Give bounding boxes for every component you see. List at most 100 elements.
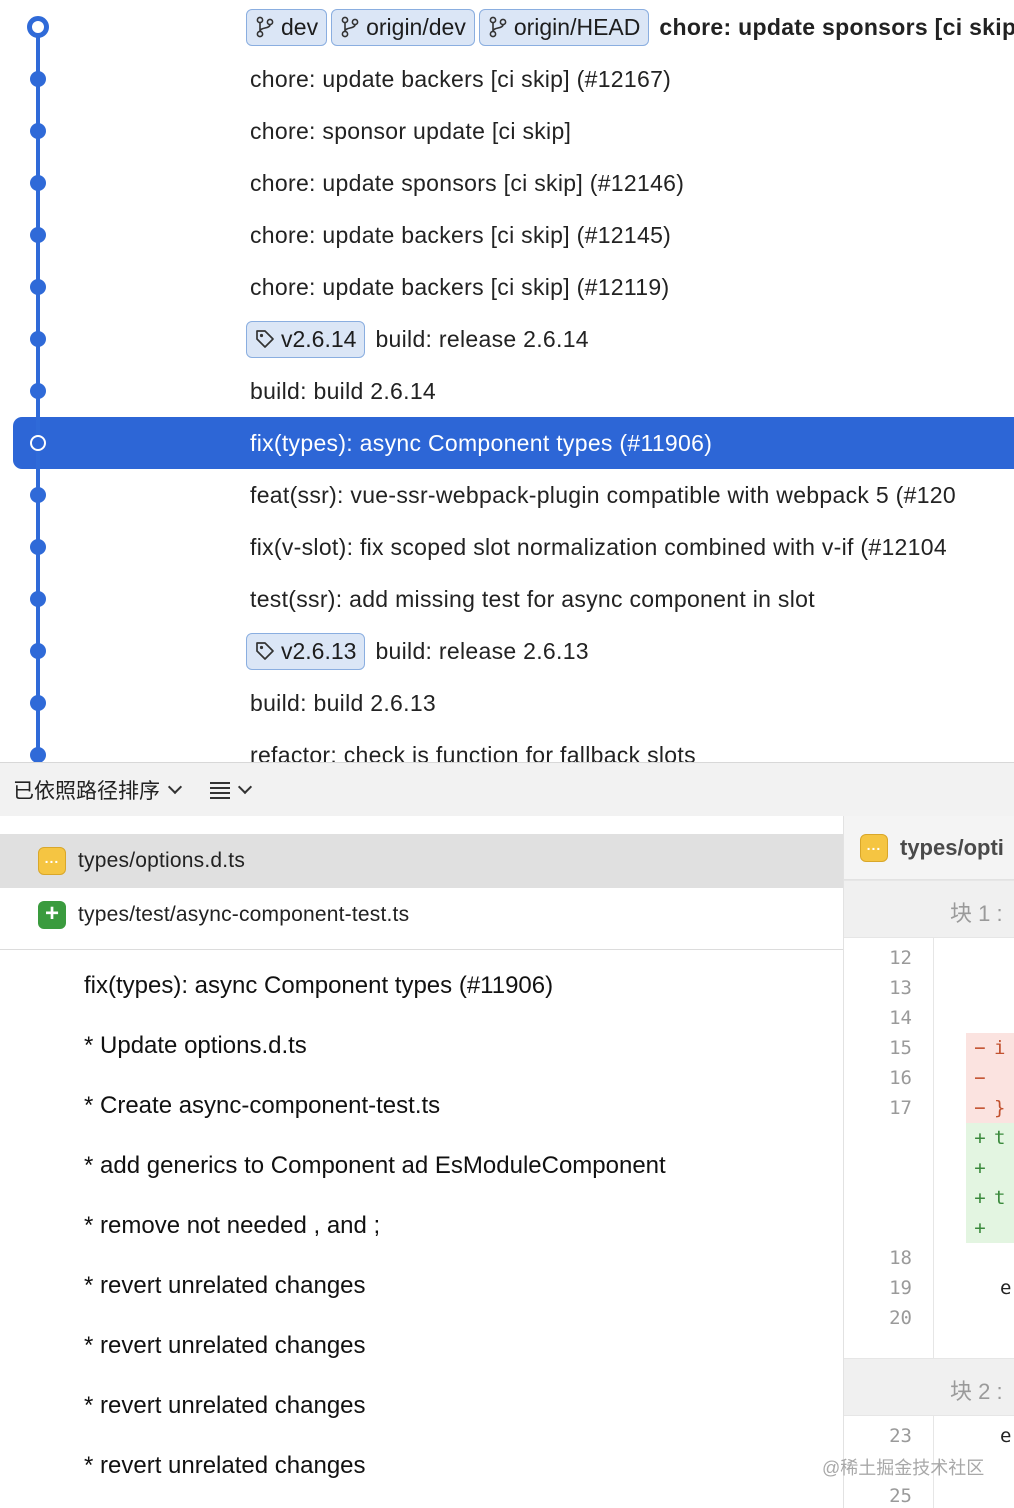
diff-sign: +	[974, 1187, 986, 1209]
line-number: 14	[889, 1007, 912, 1029]
chevron-down-icon	[167, 779, 183, 794]
branch-badge[interactable]: origin/HEAD	[478, 8, 650, 46]
tag-label: v2.6.13	[281, 637, 357, 664]
commit-message: test(ssr): add missing test for async co…	[250, 585, 815, 612]
modified-file-icon: ...	[860, 833, 888, 862]
changed-files-list: ... types/options.d.ts + types/test/asyn…	[0, 816, 843, 950]
modified-file-icon: ...	[38, 847, 66, 875]
commit-message: build: build 2.6.13	[250, 689, 437, 716]
commit-message-line: * revert unrelated changes	[84, 1392, 366, 1419]
commit-node	[30, 643, 46, 659]
commit-row[interactable]: refactor: check is function for fallback…	[0, 729, 1014, 762]
commit-row[interactable]: fix(v-slot): fix scoped slot normalizati…	[0, 521, 1014, 573]
commit-message-line: * Update options.d.ts	[84, 1032, 307, 1059]
chevron-down-icon	[237, 779, 253, 794]
diff-sign: −	[974, 1037, 986, 1059]
commit-node	[30, 383, 46, 399]
commit-message: chore: sponsor update [ci skip]	[250, 117, 572, 144]
commit-node	[30, 71, 46, 87]
diff-sign: +	[974, 1127, 986, 1149]
commit-row[interactable]: test(ssr): add missing test for async co…	[0, 573, 1014, 625]
line-number: 12	[889, 947, 912, 969]
inserted-line: +	[966, 1153, 1014, 1183]
commit-row-selected[interactable]: fix(types): async Component types (#1190…	[0, 417, 1014, 469]
tag-icon	[256, 330, 274, 348]
commit-row[interactable]: chore: update backers [ci skip] (#12119)	[0, 261, 1014, 313]
commit-message: chore: update sponsors [ci skip] (#12146…	[250, 169, 685, 196]
tag-label: v2.6.14	[281, 325, 357, 352]
diff-text: i	[994, 1037, 1006, 1059]
file-name: types/test/async-component-test.ts	[78, 903, 410, 926]
tag-badge[interactable]: v2.6.14	[246, 320, 366, 358]
commit-message: fix(types): async Component types (#1190…	[250, 429, 713, 456]
commit-message-panel: fix(types): async Component types (#1190…	[0, 952, 843, 1508]
diff-sign: +	[974, 1217, 986, 1239]
commit-message-line: * Create async-component-test.ts	[84, 1092, 441, 1119]
deleted-line: −	[966, 1063, 1014, 1093]
commit-node	[30, 227, 46, 243]
commit-row[interactable]: chore: update backers [ci skip] (#12145)	[0, 209, 1014, 261]
commit-message-line: * add generics to Component ad EsModuleC…	[84, 1152, 666, 1179]
diff-sign: −	[974, 1097, 986, 1119]
list-icon	[210, 781, 230, 799]
commit-row[interactable]: chore: update sponsors [ci skip] (#12146…	[0, 157, 1014, 209]
branch-badge[interactable]: origin/dev	[331, 8, 475, 46]
commit-history: dev origin/dev origin/HEAD chore: update…	[0, 0, 1014, 762]
hunk-label: 块 1 :	[950, 901, 1003, 926]
commit-message-line: * revert unrelated changes	[84, 1332, 366, 1359]
line-number: 18	[889, 1247, 912, 1269]
diff-file-name: types/opti	[900, 834, 1004, 860]
commit-node	[30, 175, 46, 191]
commit-message: build: build 2.6.14	[250, 377, 437, 404]
deleted-line: −}	[966, 1093, 1014, 1123]
commit-message: chore: update backers [ci skip] (#12145)	[250, 221, 672, 248]
line-number: 15	[889, 1037, 912, 1059]
file-name: types/options.d.ts	[78, 849, 246, 872]
commit-node	[30, 279, 46, 295]
commit-message: build: release 2.6.13	[375, 637, 589, 664]
diff-hunk-header: 块 1 :	[844, 880, 1014, 938]
commit-node	[30, 435, 46, 451]
sort-order-button[interactable]: 已依照路径排序	[13, 775, 183, 805]
branch-label: origin/HEAD	[513, 13, 641, 40]
diff-sign: +	[974, 1157, 986, 1179]
commit-row[interactable]: feat(ssr): vue-ssr-webpack-plugin compat…	[0, 469, 1014, 521]
hunk-label: 块 2 :	[950, 1379, 1003, 1404]
diff-text: t	[994, 1187, 1006, 1209]
file-list-toolbar: 已依照路径排序	[0, 762, 1014, 816]
diff-header: ... types/opti	[844, 816, 1014, 880]
branch-icon	[489, 16, 507, 38]
commit-row[interactable]: v2.6.13 build: release 2.6.13	[0, 625, 1014, 677]
commit-node	[30, 591, 46, 607]
commit-node	[30, 123, 46, 139]
commit-row[interactable]: build: build 2.6.13	[0, 677, 1014, 729]
commit-message-line: * revert unrelated changes	[84, 1452, 366, 1479]
inserted-line: + t	[966, 1183, 1014, 1213]
line-number: 23	[889, 1425, 912, 1447]
commit-row[interactable]: chore: update backers [ci skip] (#12167)	[0, 53, 1014, 105]
branch-label: origin/dev	[366, 13, 466, 40]
inserted-line: +	[966, 1213, 1014, 1243]
file-item-selected[interactable]: ... types/options.d.ts	[0, 834, 843, 888]
tag-icon	[256, 642, 274, 660]
file-item[interactable]: + types/test/async-component-test.ts	[0, 888, 843, 942]
commit-message-line: * remove not needed , and ;	[84, 1212, 381, 1239]
commit-node	[30, 695, 46, 711]
diff-text: }	[994, 1097, 1006, 1119]
branch-badge[interactable]: dev	[246, 8, 328, 46]
diff-sign: −	[974, 1067, 986, 1089]
tag-badge[interactable]: v2.6.13	[246, 632, 366, 670]
view-mode-button[interactable]	[210, 779, 253, 799]
line-number: 17	[889, 1097, 912, 1119]
line-number: 13	[889, 977, 912, 999]
line-number: 25	[889, 1485, 912, 1507]
commit-message: chore: update backers [ci skip] (#12167)	[250, 65, 672, 92]
commit-row[interactable]: v2.6.14 build: release 2.6.14	[0, 313, 1014, 365]
inserted-line: + t	[966, 1123, 1014, 1153]
commit-row[interactable]: dev origin/dev origin/HEAD chore: update…	[0, 1, 1014, 53]
sort-label: 已依照路径排序	[13, 779, 160, 803]
commit-row[interactable]: chore: sponsor update [ci skip]	[0, 105, 1014, 157]
commit-row[interactable]: build: build 2.6.14	[0, 365, 1014, 417]
line-number: 20	[889, 1307, 912, 1329]
diff-panel[interactable]: ... types/opti 块 1 : 12 13 14 15 16 17 −…	[843, 816, 1014, 1508]
